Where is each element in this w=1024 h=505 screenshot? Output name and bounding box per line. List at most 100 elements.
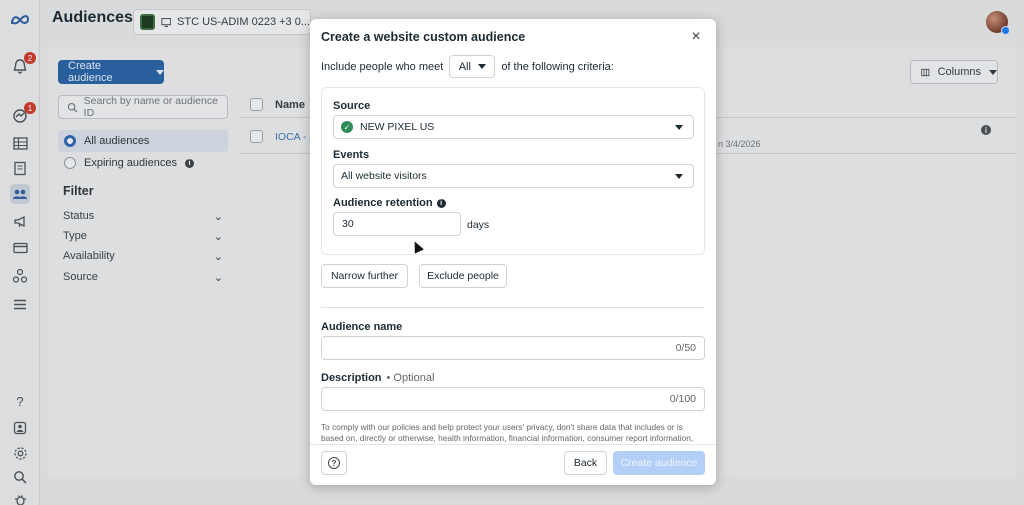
description-label: Description • Optional — [321, 372, 434, 384]
filter-type[interactable]: Type ⌄ — [63, 230, 223, 243]
radio-unselected — [64, 157, 76, 169]
criteria-suffix: of the following criteria: — [501, 60, 614, 73]
source-label-text: Source — [333, 100, 371, 112]
search-icon — [67, 102, 78, 113]
all-audiences-option[interactable]: All audiences — [58, 130, 228, 152]
description-label-text: Description — [321, 372, 382, 384]
back-button[interactable]: Back — [564, 451, 607, 475]
events-select[interactable]: All website visitors — [333, 164, 694, 188]
billing-card-icon[interactable] — [10, 238, 30, 258]
filter-heading: Filter — [63, 184, 94, 198]
row-date: n 3/4/2026 — [718, 139, 761, 149]
row-info-icon[interactable]: i — [981, 125, 991, 135]
criteria-prefix: Include people who meet — [321, 60, 444, 73]
audience-name-link[interactable]: IOCA - — [275, 131, 307, 143]
footer-divider — [310, 444, 716, 445]
create-audience-dropdown-button[interactable]: Create audience — [58, 60, 164, 84]
retention-value: 30 — [342, 218, 354, 230]
rule-box: Source ✓ NEW PIXEL US Events All website… — [321, 87, 705, 255]
audiences-people-icon[interactable] — [10, 184, 30, 204]
chevron-down-icon: ⌄ — [213, 251, 223, 263]
account-selector[interactable]: STC US-ADIM 0223 +3 0... — [133, 9, 311, 35]
settings-gear-icon[interactable] — [10, 443, 30, 463]
help-question-icon[interactable]: ? — [10, 391, 30, 411]
narrow-further-button[interactable]: Narrow further — [321, 264, 408, 288]
all-audiences-label: All audiences — [84, 135, 150, 147]
columns-dropdown-button[interactable]: Columns — [910, 60, 998, 84]
notifications-bell-icon[interactable]: 2 — [10, 52, 36, 76]
criteria-line: Include people who meet All of the follo… — [321, 55, 614, 78]
narrow-further-label: Narrow further — [330, 270, 399, 282]
audience-name-input[interactable]: 0/50 — [321, 336, 705, 360]
meta-logo-icon[interactable] — [10, 10, 30, 30]
create-website-custom-audience-dialog: Create a website custom audience × Inclu… — [310, 19, 716, 485]
info-icon: i — [184, 158, 194, 168]
row-checkbox[interactable] — [250, 130, 263, 143]
info-icon[interactable]: i — [436, 198, 446, 208]
expiring-audiences-label: Expiring audiences — [84, 157, 177, 169]
all-tools-menu-icon[interactable] — [10, 294, 30, 314]
search-placeholder: Search by name or audience ID — [83, 95, 218, 119]
chevron-down-icon — [477, 64, 486, 69]
check-circle-icon: ✓ — [341, 121, 353, 133]
description-counter: 0/100 — [669, 393, 696, 405]
profile-avatar[interactable] — [986, 11, 1010, 35]
page-title: Audiences — [52, 9, 133, 26]
chevron-down-icon — [675, 173, 683, 179]
audience-name-label: Audience name — [321, 321, 402, 333]
account-logo-icon — [140, 14, 155, 30]
columns-label: Columns — [937, 66, 981, 78]
privacy-policy-text: To comply with our policies and help pro… — [321, 422, 694, 443]
retention-unit: days — [467, 219, 490, 231]
search-icon[interactable] — [10, 467, 30, 487]
megaphone-icon[interactable] — [10, 211, 30, 231]
chevron-down-icon — [989, 69, 997, 75]
events-label: Events — [333, 149, 369, 161]
audience-name-label-text: Audience name — [321, 321, 403, 333]
ads-badge: 1 — [24, 102, 36, 114]
audience-retention-input[interactable]: 30 — [333, 212, 461, 236]
events-manager-icon[interactable] — [10, 266, 30, 286]
chevron-down-icon: ⌄ — [213, 211, 223, 223]
reports-book-icon[interactable] — [10, 158, 30, 178]
source-label: Source — [333, 100, 370, 112]
account-quality-icon[interactable] — [10, 418, 30, 438]
ad-account-icon — [160, 17, 171, 27]
bug-report-icon[interactable] — [10, 489, 30, 505]
chevron-down-icon — [156, 69, 164, 75]
events-label-text: Events — [333, 149, 370, 161]
source-select[interactable]: ✓ NEW PIXEL US — [333, 115, 694, 139]
left-navigation-rail: 2 1 ? — [0, 0, 40, 505]
description-input[interactable]: 0/100 — [321, 387, 705, 411]
filter-source[interactable]: Source ⌄ — [63, 271, 223, 284]
create-audience-label: Create audience — [68, 60, 113, 84]
filter-status-label: Status — [63, 210, 95, 222]
notifications-badge: 2 — [24, 52, 36, 64]
events-value: All website visitors — [341, 170, 427, 182]
facebook-badge-icon — [1001, 26, 1010, 35]
exclude-people-label: Exclude people — [427, 270, 499, 282]
source-value: NEW PIXEL US — [360, 121, 435, 133]
select-all-checkbox[interactable] — [250, 98, 263, 111]
name-column-header[interactable]: Name — [275, 99, 305, 111]
table-grid-icon[interactable] — [10, 133, 30, 153]
filter-source-label: Source — [63, 271, 98, 283]
chevron-down-icon — [675, 124, 683, 130]
ads-manager-icon[interactable]: 1 — [10, 102, 36, 126]
filter-availability[interactable]: Availability ⌄ — [63, 250, 223, 263]
exclude-people-button[interactable]: Exclude people — [419, 264, 507, 288]
chevron-down-icon: ⌄ — [213, 272, 223, 284]
filter-status[interactable]: Status ⌄ — [63, 210, 223, 223]
filter-availability-label: Availability — [63, 250, 115, 262]
description-optional-tag: • Optional — [386, 372, 435, 384]
divider — [321, 307, 705, 308]
create-audience-button-label: Create audience — [620, 457, 698, 469]
criteria-match-value: All — [458, 60, 471, 73]
close-icon[interactable]: × — [688, 29, 704, 45]
create-audience-button[interactable]: Create audience — [613, 451, 705, 475]
audience-retention-label: Audience retention i — [333, 197, 446, 209]
criteria-match-select[interactable]: All — [449, 55, 496, 78]
audience-search-input[interactable]: Search by name or audience ID — [58, 95, 228, 119]
expiring-audiences-option[interactable]: Expiring audiences i — [58, 152, 228, 174]
help-button[interactable]: ? — [321, 451, 347, 475]
